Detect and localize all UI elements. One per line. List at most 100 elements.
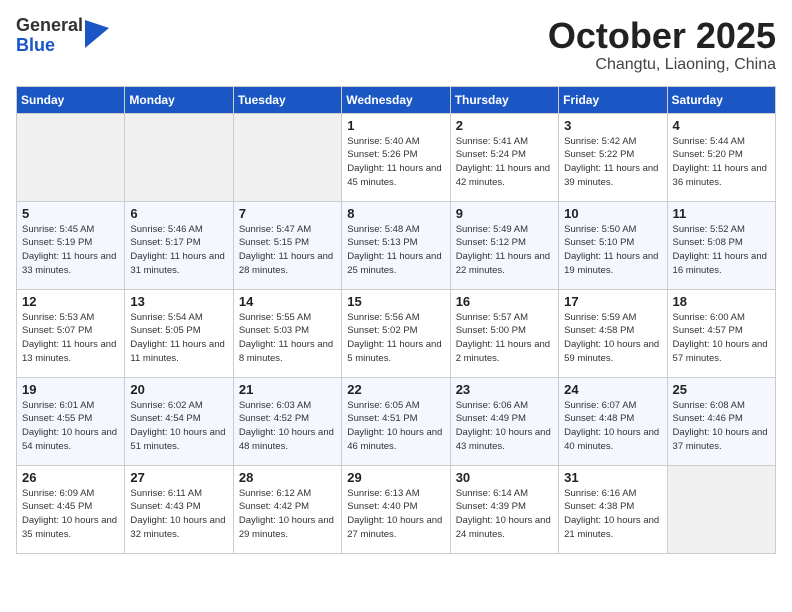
- calendar-cell: 14Sunrise: 5:55 AMSunset: 5:03 PMDayligh…: [233, 289, 341, 377]
- cell-content: Sunrise: 5:45 AMSunset: 5:19 PMDaylight:…: [22, 223, 119, 278]
- calendar-cell: 29 Sunrise: 6:13 AMSunset: 4:40 PMDayligh…: [342, 465, 450, 553]
- day-number: 16: [456, 294, 553, 309]
- weekday-header-wednesday: Wednesday: [342, 86, 450, 113]
- calendar-cell: 11Sunrise: 5:52 AMSunset: 5:08 PMDayligh…: [667, 201, 775, 289]
- weekday-header-tuesday: Tuesday: [233, 86, 341, 113]
- calendar-cell: 26 Sunrise: 6:09 AMSunset: 4:45 PMDayligh…: [17, 465, 125, 553]
- week-row-3: 12 Sunrise: 5:53 AMSunset: 5:07 PMDayligh…: [17, 289, 776, 377]
- cell-content: Sunrise: 5:56 AMSunset: 5:02 PMDaylight:…: [347, 311, 444, 366]
- day-number: 29: [347, 470, 444, 485]
- cell-content: Sunrise: 6:05 AMSunset: 4:51 PMDaylight:…: [347, 399, 444, 454]
- cell-content: Sunrise: 5:50 AMSunset: 5:10 PMDaylight:…: [564, 223, 661, 278]
- calendar-cell: 12 Sunrise: 5:53 AMSunset: 5:07 PMDayligh…: [17, 289, 125, 377]
- day-number: 31: [564, 470, 661, 485]
- logo-text: General Blue: [16, 16, 83, 56]
- cell-content: Sunrise: 6:08 AMSunset: 4:46 PMDaylight:…: [673, 399, 770, 454]
- calendar-cell: 2 Sunrise: 5:41 AMSunset: 5:24 PMDaylight…: [450, 113, 558, 201]
- cell-content: Sunrise: 6:03 AMSunset: 4:52 PMDaylight:…: [239, 399, 336, 454]
- day-number: 24: [564, 382, 661, 397]
- day-number: 13: [130, 294, 227, 309]
- cell-content: Sunrise: 5:41 AMSunset: 5:24 PMDaylight:…: [456, 135, 553, 190]
- logo-general: General: [16, 16, 83, 36]
- cell-content: Sunrise: 5:47 AMSunset: 5:15 PMDaylight:…: [239, 223, 336, 278]
- calendar-cell: 3 Sunrise: 5:42 AMSunset: 5:22 PMDaylight…: [559, 113, 667, 201]
- weekday-header-friday: Friday: [559, 86, 667, 113]
- month-title: October 2025: [548, 16, 776, 56]
- cell-content: Sunrise: 6:13 AMSunset: 4:40 PMDaylight:…: [347, 487, 444, 542]
- calendar-cell: 6 Sunrise: 5:46 AMSunset: 5:17 PMDaylight…: [125, 201, 233, 289]
- cell-content: Sunrise: 5:52 AMSunset: 5:08 PMDaylight:…: [673, 223, 770, 278]
- calendar-cell: 1 Sunrise: 5:40 AMSunset: 5:26 PMDaylight…: [342, 113, 450, 201]
- day-number: 6: [130, 206, 227, 221]
- location-subtitle: Changtu, Liaoning, China: [548, 56, 776, 74]
- weekday-header-thursday: Thursday: [450, 86, 558, 113]
- calendar-cell: 9Sunrise: 5:49 AMSunset: 5:12 PMDaylight…: [450, 201, 558, 289]
- week-row-4: 19 Sunrise: 6:01 AMSunset: 4:55 PMDayligh…: [17, 377, 776, 465]
- cell-content: Sunrise: 6:14 AMSunset: 4:39 PMDaylight:…: [456, 487, 553, 542]
- day-number: 19: [22, 382, 119, 397]
- cell-content: Sunrise: 5:46 AMSunset: 5:17 PMDaylight:…: [130, 223, 227, 278]
- page-header: General Blue October 2025 Changtu, Liaon…: [16, 16, 776, 74]
- title-block: October 2025 Changtu, Liaoning, China: [548, 16, 776, 74]
- day-number: 18: [673, 294, 770, 309]
- calendar-cell: 24 Sunrise: 6:07 AMSunset: 4:48 PMDayligh…: [559, 377, 667, 465]
- day-number: 14: [239, 294, 336, 309]
- cell-content: Sunrise: 6:11 AMSunset: 4:43 PMDaylight:…: [130, 487, 227, 542]
- cell-content: Sunrise: 6:01 AMSunset: 4:55 PMDaylight:…: [22, 399, 119, 454]
- cell-content: Sunrise: 5:42 AMSunset: 5:22 PMDaylight:…: [564, 135, 661, 190]
- calendar-cell: 31 Sunrise: 6:16 AMSunset: 4:38 PMDayligh…: [559, 465, 667, 553]
- day-number: 20: [130, 382, 227, 397]
- calendar-cell: 4Sunrise: 5:44 AMSunset: 5:20 PMDaylight…: [667, 113, 775, 201]
- day-number: 12: [22, 294, 119, 309]
- calendar-cell: [667, 465, 775, 553]
- weekday-header-row: SundayMondayTuesdayWednesdayThursdayFrid…: [17, 86, 776, 113]
- cell-content: Sunrise: 5:40 AMSunset: 5:26 PMDaylight:…: [347, 135, 444, 190]
- cell-content: Sunrise: 5:48 AMSunset: 5:13 PMDaylight:…: [347, 223, 444, 278]
- day-number: 2: [456, 118, 553, 133]
- week-row-2: 5Sunrise: 5:45 AMSunset: 5:19 PMDaylight…: [17, 201, 776, 289]
- week-row-1: 1 Sunrise: 5:40 AMSunset: 5:26 PMDaylight…: [17, 113, 776, 201]
- day-number: 8: [347, 206, 444, 221]
- logo-icon: [85, 20, 109, 48]
- cell-content: Sunrise: 5:49 AMSunset: 5:12 PMDaylight:…: [456, 223, 553, 278]
- calendar-cell: [233, 113, 341, 201]
- day-number: 7: [239, 206, 336, 221]
- cell-content: Sunrise: 5:44 AMSunset: 5:20 PMDaylight:…: [673, 135, 770, 190]
- cell-content: Sunrise: 6:09 AMSunset: 4:45 PMDaylight:…: [22, 487, 119, 542]
- calendar-cell: 22 Sunrise: 6:05 AMSunset: 4:51 PMDayligh…: [342, 377, 450, 465]
- logo-blue: Blue: [16, 36, 83, 56]
- cell-content: Sunrise: 6:06 AMSunset: 4:49 PMDaylight:…: [456, 399, 553, 454]
- day-number: 1: [347, 118, 444, 133]
- day-number: 22: [347, 382, 444, 397]
- calendar-cell: 30Sunrise: 6:14 AMSunset: 4:39 PMDayligh…: [450, 465, 558, 553]
- day-number: 15: [347, 294, 444, 309]
- calendar-cell: 15 Sunrise: 5:56 AMSunset: 5:02 PMDayligh…: [342, 289, 450, 377]
- calendar-cell: 19 Sunrise: 6:01 AMSunset: 4:55 PMDayligh…: [17, 377, 125, 465]
- week-row-5: 26 Sunrise: 6:09 AMSunset: 4:45 PMDayligh…: [17, 465, 776, 553]
- day-number: 26: [22, 470, 119, 485]
- cell-content: Sunrise: 5:59 AMSunset: 4:58 PMDaylight:…: [564, 311, 661, 366]
- weekday-header-sunday: Sunday: [17, 86, 125, 113]
- calendar-cell: 16 Sunrise: 5:57 AMSunset: 5:00 PMDayligh…: [450, 289, 558, 377]
- calendar-cell: 10 Sunrise: 5:50 AMSunset: 5:10 PMDayligh…: [559, 201, 667, 289]
- cell-content: Sunrise: 5:54 AMSunset: 5:05 PMDaylight:…: [130, 311, 227, 366]
- cell-content: Sunrise: 6:12 AMSunset: 4:42 PMDaylight:…: [239, 487, 336, 542]
- day-number: 10: [564, 206, 661, 221]
- cell-content: Sunrise: 5:57 AMSunset: 5:00 PMDaylight:…: [456, 311, 553, 366]
- calendar-cell: 8 Sunrise: 5:48 AMSunset: 5:13 PMDaylight…: [342, 201, 450, 289]
- logo: General Blue: [16, 16, 109, 56]
- day-number: 3: [564, 118, 661, 133]
- cell-content: Sunrise: 6:07 AMSunset: 4:48 PMDaylight:…: [564, 399, 661, 454]
- day-number: 21: [239, 382, 336, 397]
- weekday-header-saturday: Saturday: [667, 86, 775, 113]
- cell-content: Sunrise: 5:53 AMSunset: 5:07 PMDaylight:…: [22, 311, 119, 366]
- day-number: 25: [673, 382, 770, 397]
- calendar-cell: 28Sunrise: 6:12 AMSunset: 4:42 PMDayligh…: [233, 465, 341, 553]
- calendar-cell: 21 Sunrise: 6:03 AMSunset: 4:52 PMDayligh…: [233, 377, 341, 465]
- weekday-header-monday: Monday: [125, 86, 233, 113]
- calendar-cell: 17Sunrise: 5:59 AMSunset: 4:58 PMDayligh…: [559, 289, 667, 377]
- calendar-cell: 18Sunrise: 6:00 AMSunset: 4:57 PMDayligh…: [667, 289, 775, 377]
- calendar-cell: 5Sunrise: 5:45 AMSunset: 5:19 PMDaylight…: [17, 201, 125, 289]
- calendar-cell: 23Sunrise: 6:06 AMSunset: 4:49 PMDayligh…: [450, 377, 558, 465]
- cell-content: Sunrise: 6:16 AMSunset: 4:38 PMDaylight:…: [564, 487, 661, 542]
